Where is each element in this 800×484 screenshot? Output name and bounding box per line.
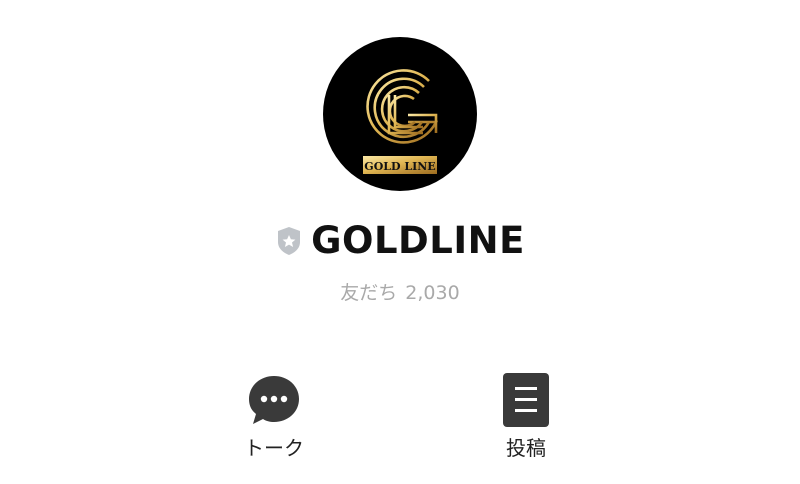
talk-label: トーク xyxy=(244,436,304,460)
friends-count-line[interactable]: 友だち 2,030 xyxy=(0,279,800,307)
talk-button[interactable]: トーク xyxy=(219,370,329,462)
friends-count: 2,030 xyxy=(405,282,460,304)
posts-icon xyxy=(496,370,556,430)
account-name: GOLDLINE xyxy=(311,219,525,262)
shield-star-icon xyxy=(278,227,301,255)
account-name-row: GOLDLINE xyxy=(0,218,800,264)
chat-bubble-icon xyxy=(244,370,304,430)
posts-label: 投稿 xyxy=(506,436,546,460)
posts-button[interactable]: 投稿 xyxy=(471,370,581,462)
logo-text: GOLD LINE xyxy=(364,160,435,173)
goldline-logo-icon: GOLD LINE xyxy=(363,69,439,174)
profile-avatar[interactable]: GOLD LINE xyxy=(323,37,477,191)
friends-label: 友だち xyxy=(340,282,398,304)
profile-header: GOLD LINE GOLDLINE 友だち 2,030 トーク 投稿 xyxy=(0,0,800,484)
